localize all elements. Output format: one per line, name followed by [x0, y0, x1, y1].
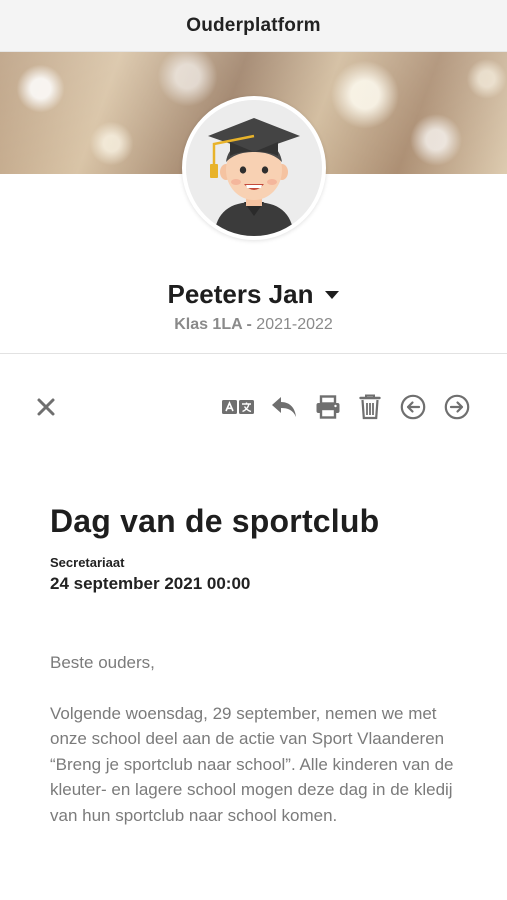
reply-button[interactable] [267, 388, 301, 426]
translate-button[interactable] [219, 388, 257, 426]
previous-message-button[interactable] [396, 388, 430, 426]
school-year: 2021-2022 [256, 316, 333, 333]
student-avatar-icon [186, 100, 322, 236]
app-title: Ouderplatform [186, 14, 321, 36]
app-header: Ouderplatform [0, 0, 507, 52]
arrow-right-circle-icon [444, 394, 470, 420]
message-greeting: Beste ouders, [50, 653, 155, 672]
message-title: Dag van de sportclub [50, 503, 380, 539]
next-message-button[interactable] [440, 388, 474, 426]
delete-button[interactable] [353, 388, 387, 426]
message-body: Beste ouders, Volgende woensdag, 29 sept… [50, 650, 470, 828]
close-button[interactable] [29, 388, 63, 426]
reply-icon [272, 397, 296, 417]
message-date: 24 september 2021 00:00 [50, 574, 251, 593]
message-sender: Secretariaat [50, 555, 125, 570]
print-icon [316, 395, 340, 419]
chevron-down-icon[interactable] [325, 291, 340, 299]
class-info: Klas 1LA - 2021-2022 [0, 316, 507, 338]
profile-name[interactable]: Peeters Jan [168, 279, 314, 310]
avatar[interactable] [182, 96, 326, 240]
print-button[interactable] [311, 388, 345, 426]
translate-icon [222, 400, 254, 414]
profile-selector[interactable]: Peeters Jan [0, 276, 507, 312]
message-toolbar [0, 388, 507, 426]
arrow-left-circle-icon [400, 394, 426, 420]
message-paragraph: Volgende woensdag, 29 september, nemen w… [50, 703, 454, 825]
trash-icon [359, 394, 381, 420]
divider [0, 353, 507, 354]
close-icon [37, 398, 55, 416]
class-label: Klas 1LA - [174, 316, 252, 333]
